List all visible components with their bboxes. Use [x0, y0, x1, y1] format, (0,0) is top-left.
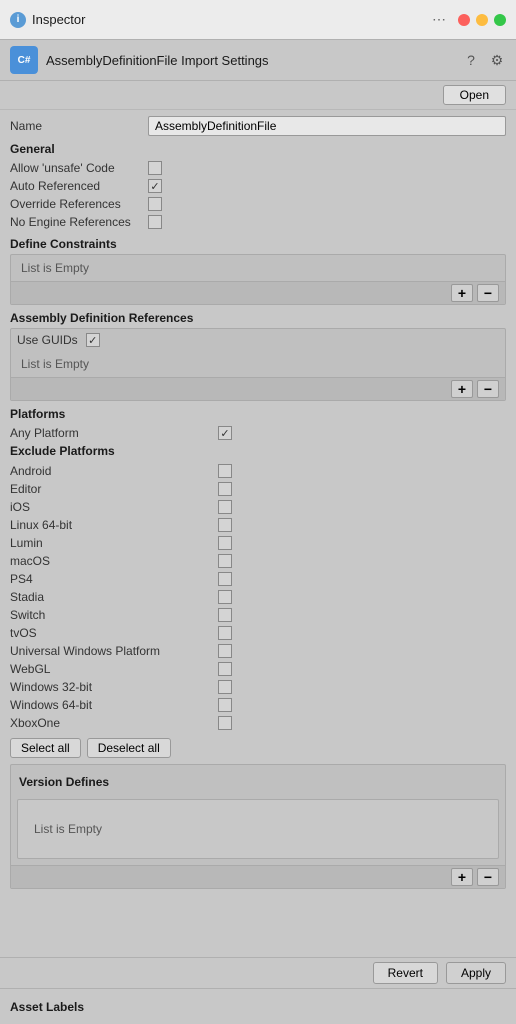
version-defines-header: Version Defines [11, 771, 505, 793]
name-input[interactable] [148, 116, 506, 136]
assembly-refs-empty: List is Empty [11, 351, 505, 377]
minimize-dot[interactable] [476, 14, 488, 26]
ios-checkbox[interactable] [218, 500, 232, 514]
file-header: C# AssemblyDefinitionFile Import Setting… [0, 40, 516, 81]
version-defines-add[interactable]: + [451, 868, 473, 886]
assembly-refs-block: Use GUIDs List is Empty + − [10, 328, 506, 401]
menu-dots[interactable]: ⋯ [432, 11, 446, 28]
bottom-action-bar: Revert Apply [0, 957, 516, 988]
define-constraints-add[interactable]: + [451, 284, 473, 302]
override-references-checkbox[interactable] [148, 197, 162, 211]
close-dot[interactable] [458, 14, 470, 26]
define-constraints-remove[interactable]: − [477, 284, 499, 302]
version-defines-actions: + − [11, 865, 505, 888]
assembly-refs-header: Assembly Definition References [10, 311, 506, 325]
select-all-button[interactable]: Select all [10, 738, 81, 758]
platform-lumin: Lumin [10, 534, 506, 552]
asset-labels-label: Asset Labels [10, 1000, 84, 1014]
general-header: General [10, 142, 506, 156]
version-defines-remove[interactable]: − [477, 868, 499, 886]
name-row: Name [10, 116, 506, 136]
define-constraints-empty: List is Empty [11, 255, 505, 281]
linux64-checkbox[interactable] [218, 518, 232, 532]
platform-xboxone: XboxOne [10, 714, 506, 732]
platform-editor: Editor [10, 480, 506, 498]
deselect-all-button[interactable]: Deselect all [87, 738, 171, 758]
define-constraints-actions: + − [11, 281, 505, 304]
stadia-checkbox[interactable] [218, 590, 232, 604]
select-row: Select all Deselect all [10, 738, 506, 758]
platform-switch: Switch [10, 606, 506, 624]
no-engine-row: No Engine References [10, 213, 506, 231]
define-constraints-header: Define Constraints [10, 237, 506, 251]
use-guids-checkbox[interactable] [86, 333, 100, 347]
help-icon[interactable]: ? [462, 51, 480, 69]
platform-win64: Windows 64-bit [10, 696, 506, 714]
inspector-body: Name General Allow 'unsafe' Code Auto Re… [0, 110, 516, 984]
win32-checkbox[interactable] [218, 680, 232, 694]
auto-referenced-checkbox[interactable] [148, 179, 162, 193]
apply-button[interactable]: Apply [446, 962, 506, 984]
editor-checkbox[interactable] [218, 482, 232, 496]
revert-button[interactable]: Revert [373, 962, 438, 984]
file-icon: C# [10, 46, 38, 74]
macos-checkbox[interactable] [218, 554, 232, 568]
any-platform-label: Any Platform [10, 426, 210, 440]
allow-unsafe-checkbox[interactable] [148, 161, 162, 175]
tvos-checkbox[interactable] [218, 626, 232, 640]
platform-stadia: Stadia [10, 588, 506, 606]
platforms-header: Platforms [10, 407, 506, 421]
use-guids-label: Use GUIDs [17, 333, 78, 347]
android-checkbox[interactable] [218, 464, 232, 478]
switch-checkbox[interactable] [218, 608, 232, 622]
platform-macos: macOS [10, 552, 506, 570]
info-icon: i [10, 12, 26, 28]
allow-unsafe-label: Allow 'unsafe' Code [10, 161, 140, 175]
platform-win32: Windows 32-bit [10, 678, 506, 696]
win64-checkbox[interactable] [218, 698, 232, 712]
assembly-refs-actions: + − [11, 377, 505, 400]
webgl-checkbox[interactable] [218, 662, 232, 676]
exclude-header: Exclude Platforms [10, 442, 506, 460]
maximize-dot[interactable] [494, 14, 506, 26]
title-bar: i Inspector ⋯ [0, 0, 516, 40]
version-defines-section: Version Defines List is Empty + − [10, 764, 506, 889]
auto-referenced-row: Auto Referenced [10, 177, 506, 195]
open-button[interactable]: Open [443, 85, 506, 105]
platform-uwp: Universal Windows Platform [10, 642, 506, 660]
ps4-checkbox[interactable] [218, 572, 232, 586]
platform-list: Android Editor iOS Linux 64-bit Lumin ma… [10, 462, 506, 732]
open-row: Open [0, 81, 516, 110]
version-defines-empty: List is Empty [24, 816, 112, 842]
window-title: Inspector [32, 12, 85, 27]
lumin-checkbox[interactable] [218, 536, 232, 550]
no-engine-label: No Engine References [10, 215, 140, 229]
platform-ios: iOS [10, 498, 506, 516]
xboxone-checkbox[interactable] [218, 716, 232, 730]
assembly-refs-remove[interactable]: − [477, 380, 499, 398]
allow-unsafe-row: Allow 'unsafe' Code [10, 159, 506, 177]
version-defines-inner: List is Empty [17, 799, 499, 859]
file-title: AssemblyDefinitionFile Import Settings [46, 53, 454, 68]
asset-labels-bar: Asset Labels [0, 988, 516, 1024]
use-guids-row: Use GUIDs [11, 329, 505, 351]
platform-linux64: Linux 64-bit [10, 516, 506, 534]
platform-webgl: WebGL [10, 660, 506, 678]
any-platform-checkbox[interactable] [218, 426, 232, 440]
override-references-row: Override References [10, 195, 506, 213]
assembly-refs-add[interactable]: + [451, 380, 473, 398]
no-engine-checkbox[interactable] [148, 215, 162, 229]
any-platform-row: Any Platform [10, 424, 506, 442]
override-references-label: Override References [10, 197, 140, 211]
uwp-checkbox[interactable] [218, 644, 232, 658]
auto-referenced-label: Auto Referenced [10, 179, 140, 193]
platform-ps4: PS4 [10, 570, 506, 588]
platform-tvos: tvOS [10, 624, 506, 642]
settings-icon[interactable]: ⚙ [488, 51, 506, 69]
platform-android: Android [10, 462, 506, 480]
define-constraints-block: List is Empty + − [10, 254, 506, 305]
name-label: Name [10, 119, 140, 133]
